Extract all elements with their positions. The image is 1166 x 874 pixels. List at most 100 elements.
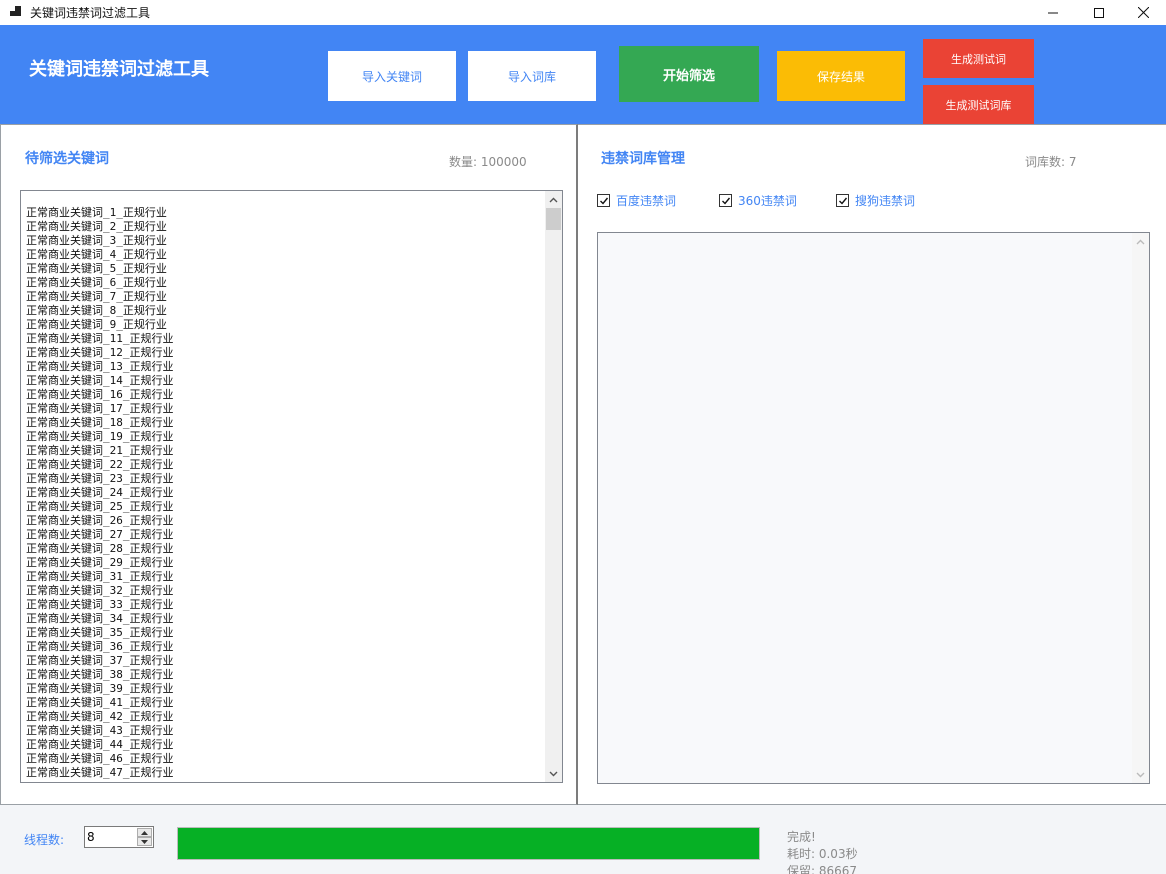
list-item: 正常商业关键词_43_正规行业	[26, 724, 174, 737]
list-item: 正常商业关键词_19_正规行业	[26, 430, 174, 443]
list-item: 正常商业关键词_17_正规行业	[26, 402, 174, 415]
status-text: 完成! 耗时: 0.03秒 保留: 86667	[787, 829, 858, 874]
list-item: 正常商业关键词_34_正规行业	[26, 612, 174, 625]
checkbox-label: 百度违禁词	[616, 194, 677, 208]
minimize-icon	[1048, 12, 1058, 13]
list-item: 正常商业关键词_6_正规行业	[26, 276, 167, 289]
list-item: 正常商业关键词_47_正规行业	[26, 766, 174, 779]
close-icon	[1137, 7, 1149, 18]
library-count: 词库数: 7	[1025, 155, 1077, 169]
list-item: 正常商业关键词_29_正规行业	[26, 556, 174, 569]
maximize-icon	[1094, 7, 1104, 18]
list-item: 正常商业关键词_37_正规行业	[26, 654, 174, 667]
list-item: 正常商业关键词_39_正规行业	[26, 682, 174, 695]
list-item: 正常商业关键词_26_正规行业	[26, 514, 174, 527]
thread-count-input[interactable]	[85, 827, 137, 847]
list-item: 正常商业关键词_44_正规行业	[26, 738, 174, 751]
generate-test-words-button[interactable]: 生成测试词	[923, 39, 1034, 78]
maximize-button[interactable]	[1076, 0, 1122, 25]
list-item: 正常商业关键词_24_正规行业	[26, 486, 174, 499]
checkbox-baidu[interactable]: 百度违禁词	[597, 192, 676, 209]
thread-count-label: 线程数:	[24, 833, 65, 847]
caret-up-icon	[141, 830, 148, 835]
checkbox-box[interactable]	[597, 194, 610, 207]
check-icon	[599, 197, 608, 205]
checkbox-box[interactable]	[719, 194, 732, 207]
keywords-panel-title: 待筛选关键词	[25, 151, 109, 167]
list-item: 正常商业关键词_42_正规行业	[26, 710, 174, 723]
window-title: 关键词违禁词过滤工具	[30, 6, 151, 20]
scroll-down-arrow[interactable]	[545, 765, 562, 782]
list-item: 正常商业关键词_35_正规行业	[26, 626, 174, 639]
keywords-scrollbar[interactable]	[545, 191, 562, 782]
status-footer: 线程数: 完成! 耗时: 0.03秒 保留: 86667	[0, 805, 1166, 874]
app-icon	[10, 6, 22, 18]
generate-test-library-button[interactable]: 生成测试词库	[923, 85, 1034, 124]
checkbox-360[interactable]: 360违禁词	[719, 192, 797, 209]
chevron-up-icon	[549, 197, 558, 202]
list-item: 正常商业关键词_32_正规行业	[26, 584, 174, 597]
list-item: 正常商业关键词_27_正规行业	[26, 528, 174, 541]
caret-down-icon	[141, 839, 148, 844]
start-filter-button[interactable]: 开始筛选	[619, 46, 759, 102]
keywords-listbox[interactable]: 正常商业关键词_1_正规行业 正常商业关键词_2_正规行业 正常商业关键词_3_正规…	[20, 190, 563, 783]
list-item: 正常商业关键词_22_正规行业	[26, 458, 174, 471]
list-item: 正常商业关键词_28_正规行业	[26, 542, 174, 555]
status-line: 耗时: 0.03秒	[787, 847, 858, 861]
list-item: 正常商业关键词_18_正规行业	[26, 416, 174, 429]
list-item: 正常商业关键词_23_正规行业	[26, 472, 174, 485]
list-item: 正常商业关键词_12_正规行业	[26, 346, 174, 359]
list-item: 正常商业关键词_16_正规行业	[26, 388, 174, 401]
library-scrollbar[interactable]	[1132, 233, 1149, 783]
close-button[interactable]	[1120, 0, 1166, 25]
check-icon	[721, 197, 730, 205]
list-item: 正常商业关键词_13_正规行业	[26, 360, 174, 373]
keyword-count: 数量: 100000	[449, 155, 527, 169]
status-line: 保留: 86667	[787, 864, 858, 874]
list-item: 正常商业关键词_33_正规行业	[26, 598, 174, 611]
app-window: 关键词违禁词过滤工具 关键词违禁词过滤工具 导入关键词 导入词库 开始筛选 保存…	[0, 0, 1166, 874]
list-item: 正常商业关键词_4_正规行业	[26, 248, 167, 261]
chevron-down-icon	[1136, 772, 1145, 777]
keyword-list: 正常商业关键词_1_正规行业 正常商业关键词_2_正规行业 正常商业关键词_3_正规…	[26, 206, 544, 780]
checkbox-label: 360违禁词	[738, 194, 797, 208]
checkbox-box[interactable]	[836, 194, 849, 207]
stepper-buttons	[137, 828, 152, 846]
list-item: 正常商业关键词_38_正规行业	[26, 668, 174, 681]
keywords-panel: 待筛选关键词 数量: 100000 正常商业关键词_1_正规行业 正常商业关键词_…	[0, 124, 578, 805]
list-item: 正常商业关键词_9_正规行业	[26, 318, 167, 331]
list-item: 正常商业关键词_8_正规行业	[26, 304, 167, 317]
library-panel-title: 违禁词库管理	[601, 151, 685, 167]
header-bar: 关键词违禁词过滤工具 导入关键词 导入词库 开始筛选 保存结果 生成测试词 生成…	[0, 25, 1166, 124]
library-listbox[interactable]	[597, 232, 1150, 784]
stepper-down-button[interactable]	[137, 837, 152, 846]
title-bar: 关键词违禁词过滤工具	[0, 0, 1166, 25]
save-results-button[interactable]: 保存结果	[777, 51, 905, 101]
import-keywords-button[interactable]: 导入关键词	[328, 51, 456, 101]
checkbox-label: 搜狗违禁词	[855, 194, 916, 208]
list-item: 正常商业关键词_7_正规行业	[26, 290, 167, 303]
list-item: 正常商业关键词_2_正规行业	[26, 220, 167, 233]
check-icon	[838, 197, 847, 205]
checkbox-sogou[interactable]: 搜狗违禁词	[836, 192, 915, 209]
library-panel: 违禁词库管理 词库数: 7 百度违禁词 360违禁词 搜狗违禁词	[578, 124, 1166, 805]
progress-bar	[177, 827, 760, 860]
scroll-thumb[interactable]	[546, 208, 561, 230]
scroll-up-arrow[interactable]	[1132, 233, 1149, 250]
chevron-up-icon	[1136, 239, 1145, 244]
scroll-up-arrow[interactable]	[545, 191, 562, 208]
list-item: 正常商业关键词_1_正规行业	[26, 206, 167, 219]
list-item: 正常商业关键词_3_正规行业	[26, 234, 167, 247]
stepper-up-button[interactable]	[137, 828, 152, 837]
minimize-button[interactable]	[1030, 0, 1076, 25]
import-library-button[interactable]: 导入词库	[468, 51, 596, 101]
status-line: 完成!	[787, 830, 816, 844]
list-item: 正常商业关键词_21_正规行业	[26, 444, 174, 457]
thread-count-stepper[interactable]	[84, 826, 154, 848]
list-item: 正常商业关键词_25_正规行业	[26, 500, 174, 513]
list-item: 正常商业关键词_14_正规行业	[26, 374, 174, 387]
header-title: 关键词违禁词过滤工具	[29, 59, 209, 80]
list-item: 正常商业关键词_31_正规行业	[26, 570, 174, 583]
scroll-down-arrow[interactable]	[1132, 766, 1149, 783]
chevron-down-icon	[549, 771, 558, 776]
